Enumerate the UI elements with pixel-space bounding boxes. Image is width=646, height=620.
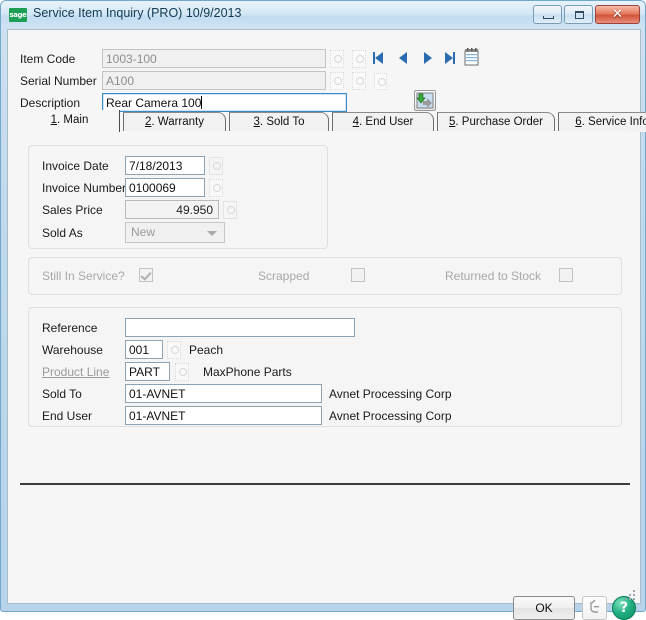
tab-service-info-label: Service Info: [588, 116, 646, 128]
first-record-button[interactable]: [370, 49, 389, 67]
reference-label: Reference: [42, 321, 98, 335]
ok-button-label: OK: [535, 601, 553, 615]
tab-purchase-order[interactable]: 5. Purchase Order: [437, 112, 555, 132]
sage-logo-icon: sage: [9, 8, 27, 22]
item-code-lookup-button[interactable]: [330, 50, 344, 68]
window-title: Service Item Inquiry (PRO) 10/9/2013: [33, 6, 242, 20]
tab-purchase-order-mnemonic: 5: [449, 116, 456, 128]
tab-strip: 1. Main 2. Warranty 3. Sold To 4. End Us…: [20, 110, 646, 132]
chevron-down-icon: [207, 231, 217, 236]
tab-end-user-label: End User: [365, 116, 414, 128]
end-user-label: End User: [42, 409, 93, 423]
end-user-description: Avnet Processing Corp: [329, 409, 452, 423]
item-code-search-button[interactable]: [352, 50, 366, 68]
help-button-label: ?: [619, 600, 629, 616]
end-user-field[interactable]: 01-AVNET: [125, 406, 322, 425]
serial-number-label: Serial Number: [20, 74, 97, 88]
close-icon: ✕: [612, 7, 623, 22]
returned-to-stock-checkbox[interactable]: [559, 268, 573, 282]
tab-sold-to-label: Sold To: [266, 116, 305, 128]
maximize-icon: [575, 11, 584, 19]
invoice-number-label: Invoice Number: [42, 181, 127, 195]
tab-service-info-mnemonic: 6: [575, 116, 582, 128]
tab-main-mnemonic: 1: [50, 114, 58, 126]
reference-field[interactable]: [125, 318, 355, 337]
still-in-service-label: Still In Service?: [42, 269, 125, 283]
item-code-label: Item Code: [20, 52, 76, 66]
memo-button[interactable]: [582, 596, 607, 620]
previous-record-button[interactable]: [394, 49, 413, 67]
serial-number-extra-button[interactable]: [374, 73, 387, 90]
scrapped-checkbox[interactable]: [351, 268, 365, 282]
warehouse-label: Warehouse: [42, 343, 103, 357]
invoice-date-label: Invoice Date: [42, 159, 109, 173]
tab-main-label: Main: [63, 114, 89, 126]
sold-as-label: Sold As: [42, 226, 83, 240]
serial-number-lookup-button[interactable]: [330, 72, 344, 90]
tab-end-user[interactable]: 4. End User: [332, 112, 434, 132]
minimize-button[interactable]: [533, 5, 562, 24]
scrapped-label: Scrapped: [258, 269, 310, 283]
returned-to-stock-label: Returned to Stock: [445, 269, 542, 283]
tab-service-info[interactable]: 6. Service Info: [558, 112, 646, 132]
tab-sold-to-mnemonic: 3: [253, 116, 260, 128]
invoice-number-field[interactable]: 0100069: [125, 178, 205, 197]
next-record-button[interactable]: [418, 49, 437, 67]
product-line-label[interactable]: Product Line: [42, 365, 109, 379]
sold-as-dropdown[interactable]: New: [125, 222, 225, 243]
product-line-field[interactable]: PART: [125, 362, 170, 381]
invoice-number-lookup-button[interactable]: [209, 179, 223, 197]
still-in-service-checkbox[interactable]: [139, 268, 153, 282]
maximize-button[interactable]: [564, 5, 593, 24]
sales-price-field[interactable]: 49.950: [125, 200, 219, 219]
description-label: Description: [20, 96, 81, 110]
sold-to-field[interactable]: 01-AVNET: [125, 384, 322, 403]
tab-main[interactable]: 1. Main: [20, 110, 120, 132]
new-item-button[interactable]: [414, 90, 436, 111]
client-area: Item Code 1003-100 Serial Number A100 De…: [7, 29, 646, 620]
status-group-panel: Still In Service? Scrapped Returned to S…: [28, 257, 622, 295]
sales-price-label: Sales Price: [42, 203, 103, 217]
tab-warranty-mnemonic: 2: [144, 116, 152, 128]
product-line-description: MaxPhone Parts: [203, 365, 292, 379]
warehouse-lookup-button[interactable]: [167, 341, 181, 359]
application-window: sage Service Item Inquiry (PRO) 10/9/201…: [0, 0, 646, 620]
product-line-lookup-button[interactable]: [175, 363, 189, 381]
tab-warranty[interactable]: 2. Warranty: [123, 112, 226, 132]
description-value: Rear Camera 100: [106, 96, 202, 110]
memo-notepad-icon[interactable]: [464, 48, 483, 66]
resize-grip[interactable]: [625, 588, 637, 600]
sales-price-calculator-button[interactable]: [223, 201, 237, 219]
ok-button[interactable]: OK: [513, 596, 575, 620]
tab-warranty-label: Warranty: [157, 116, 205, 128]
invoice-date-field[interactable]: 7/18/2013: [125, 156, 205, 175]
invoice-date-calendar-button[interactable]: [209, 157, 223, 175]
tab-sold-to[interactable]: 3. Sold To: [229, 112, 329, 132]
tab-end-user-mnemonic: 4: [352, 116, 360, 128]
title-bar: sage Service Item Inquiry (PRO) 10/9/201…: [1, 1, 645, 29]
header-fields: Item Code 1003-100 Serial Number A100 De…: [8, 30, 640, 112]
tab-purchase-order-label: Purchase Order: [461, 116, 543, 128]
close-button[interactable]: ✕: [595, 5, 640, 24]
window-controls: ✕: [533, 5, 640, 24]
sold-to-label: Sold To: [42, 387, 82, 401]
warehouse-description: Peach: [189, 343, 224, 357]
sold-to-description: Avnet Processing Corp: [329, 387, 452, 401]
invoice-group-panel: Invoice Date 7/18/2013 Invoice Number 01…: [28, 145, 328, 249]
last-record-button[interactable]: [440, 49, 459, 67]
serial-number-field[interactable]: A100: [102, 71, 326, 90]
tab-panel-main: Invoice Date 7/18/2013 Invoice Number 01…: [20, 131, 630, 485]
serial-number-search-button[interactable]: [352, 72, 366, 90]
item-code-field[interactable]: 1003-100: [102, 49, 326, 68]
warehouse-field[interactable]: 001: [125, 340, 163, 359]
text-caret: [201, 96, 203, 109]
sold-as-value: New: [131, 225, 156, 239]
minimize-icon: [543, 16, 554, 19]
detail-group-panel: Reference Warehouse 001 Peach Product Li…: [28, 307, 622, 427]
